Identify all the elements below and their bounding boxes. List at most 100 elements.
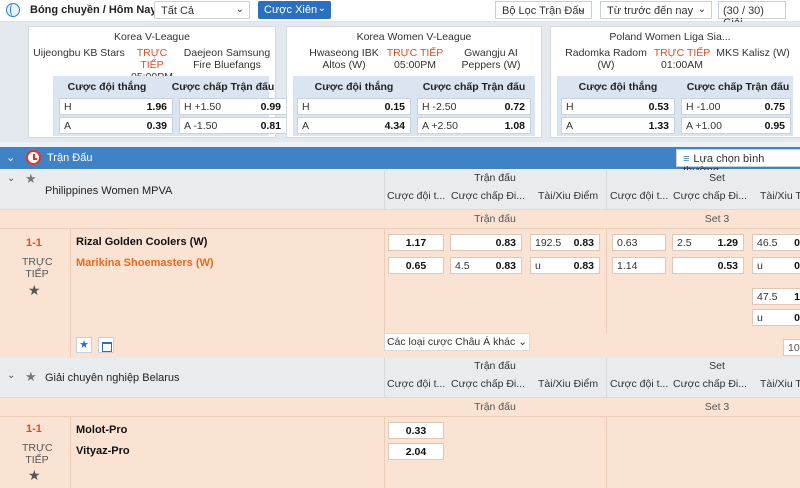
col-set-moneyline: Cược đội t... [610, 190, 669, 202]
league-section: ⌄ ★ Philippines Women MPVA Trận đấu Set … [0, 170, 800, 359]
alt-under-odds[interactable]: u0 [752, 309, 800, 326]
match-filter-label: Bộ Lọc Trận Đấu [502, 5, 585, 17]
away-win-odds[interactable]: A 0.39 [59, 117, 173, 134]
card-league: Korea Women V-League [356, 31, 472, 43]
over-odds[interactable]: 192.5 0.83 [530, 234, 600, 251]
sort-select[interactable]: Từ trước đến nay ⌄ [600, 1, 712, 19]
home-moneyline-odds[interactable]: 1.17 [388, 234, 444, 251]
away-win-odds[interactable]: A 1.33 [561, 117, 675, 134]
handicap-header: Cược chấp Trận đấu [686, 81, 790, 93]
set-over-odds[interactable]: 46.5 0 [752, 234, 800, 251]
set-away-moneyline-odds[interactable]: 1.14 [612, 257, 666, 274]
set-away-handicap-odds[interactable]: 0.53 [672, 257, 744, 274]
home-win-odds[interactable]: H 0.15 [297, 98, 411, 115]
home-handicap-odds[interactable]: H -2.50 0.72 [417, 98, 531, 115]
featured-card[interactable]: Korea V-League Uijeongbu KB Stars TRỰC T… [28, 26, 287, 138]
away-moneyline-odds[interactable]: 2.04 [388, 443, 444, 460]
group-set-header: Set [709, 172, 725, 184]
match-time: 05:00PM [393, 59, 437, 71]
moneyline-header: Cược đội thắng [314, 81, 394, 93]
favorite-star-icon[interactable]: ★ [25, 171, 37, 187]
collapse-chevron-icon[interactable]: ⌄ [6, 151, 15, 164]
league-section: ⌄ ★ Giải chuyên nghiệp Belarus Trận đấu … [0, 358, 800, 488]
favorite-star-icon[interactable]: ★ [25, 369, 37, 385]
away-handicap-odds[interactable]: A +1.00 0.95 [681, 117, 791, 134]
col-over-under: Tài/Xiu Điểm [538, 190, 599, 202]
add-favorite-icon[interactable]: ★ [76, 337, 92, 353]
favorite-star-icon[interactable]: ★ [28, 282, 41, 299]
away-moneyline-odds[interactable]: 0.65 [388, 257, 444, 274]
col-set-over-under: Tài/Xiu Tổng [760, 378, 800, 390]
home-handicap-odds[interactable]: H -1.00 0.75 [681, 98, 791, 115]
chevron-down-icon: ⌄ [518, 336, 528, 348]
chevron-down-icon: ⌄ [235, 4, 244, 15]
card-away-team: Daejeon Samsung Fire Bluefangs [183, 47, 271, 71]
group-match-header: Trận đấu [474, 172, 516, 184]
card-odds-panel: Cược đội thắng Cược chấp Trận đấu H 1.96 … [53, 76, 287, 136]
home-team[interactable]: Molot-Pro [76, 424, 127, 436]
home-handicap-odds[interactable]: 0.83 [450, 234, 522, 251]
collapse-chevron-icon[interactable]: ⌄ [7, 370, 15, 381]
card-league: Korea V-League [114, 31, 190, 43]
card-odds-panel: Cược đội thắng Cược chấp Trận đấu H 0.53 … [557, 76, 793, 136]
period-row: Trận đấu Set 3 [0, 398, 800, 416]
matches-section-bar: ⌄ Trận Đấu ≡Lựa chọn bình thường [0, 147, 800, 177]
calendar-icon[interactable] [98, 337, 114, 353]
parlay-button[interactable]: Cược Xiên ⌄ [258, 1, 331, 19]
market-select[interactable]: Tất Cả ⌄ [154, 1, 250, 19]
featured-matches: Korea V-League Uijeongbu KB Stars TRỰC T… [0, 22, 800, 142]
card-home-team: Radomka Radom (W) [565, 47, 647, 71]
away-handicap-odds[interactable]: 4.5 0.83 [450, 257, 522, 274]
away-team[interactable]: Vityaz-Pro [76, 445, 130, 457]
away-handicap-odds[interactable]: A -1.50 0.81 [179, 117, 287, 134]
col-moneyline: Cược đội t... [387, 190, 446, 202]
moneyline-header: Cược đội thắng [67, 81, 147, 93]
collapse-chevron-icon[interactable]: ⌄ [7, 173, 15, 184]
volleyball-icon [6, 3, 20, 17]
chevron-down-icon: ⌄ [317, 3, 326, 14]
handicap-header: Cược chấp Trận đấu [171, 81, 275, 93]
card-live-status: TRỰC TIẾP 05:00PM [383, 47, 447, 71]
set-home-handicap-odds[interactable]: 2.5 1.29 [672, 234, 744, 251]
home-win-odds[interactable]: H 0.53 [561, 98, 675, 115]
league-count-select[interactable]: (30 / 30) Giải [718, 1, 786, 29]
page-size-button[interactable]: 10 [783, 339, 800, 356]
featured-card[interactable]: Poland Women Liga Sia... Radomka Radom (… [550, 26, 800, 138]
match-row: 1-1 TRỰC TIẾP ★ Rizal Golden Coolers (W)… [0, 228, 800, 359]
alt-over-odds[interactable]: 47.5 1 [752, 288, 800, 305]
league-header: ⌄ ★ Philippines Women MPVA Trận đấu Set … [0, 170, 800, 210]
home-moneyline-odds[interactable]: 0.33 [388, 422, 444, 439]
col-set-handicap: Cược chấp Đi... [673, 190, 748, 202]
under-odds[interactable]: u 0.83 [530, 257, 600, 274]
section-title: Trận Đấu [47, 152, 93, 164]
favorite-star-icon[interactable]: ★ [28, 467, 41, 484]
match-filter-select[interactable]: Bộ Lọc Trận Đấu ⌄ [495, 1, 592, 19]
home-win-odds[interactable]: H 1.96 [59, 98, 173, 115]
col-set-handicap: Cược chấp Đi... [673, 378, 748, 390]
live-label: TRỰC TIẾP [386, 47, 444, 59]
bet-mode-select[interactable]: ≡Lựa chọn bình thường [676, 149, 800, 177]
away-handicap-odds[interactable]: A +2.50 1.08 [417, 117, 531, 134]
away-team[interactable]: Marikina Shoemasters (W) [76, 257, 214, 269]
league-name: Philippines Women MPVA [45, 185, 173, 197]
sort-label: Từ trước đến nay [607, 5, 694, 17]
away-win-odds[interactable]: A 4.34 [297, 117, 411, 134]
set-under-odds[interactable]: u0 [752, 257, 800, 274]
parlay-label: Cược Xiên [264, 4, 318, 16]
top-toolbar: Bóng chuyền / Hôm Nay Tất Cả ⌄ Cược Xiên… [0, 0, 800, 29]
chevron-down-icon: ⌄ [577, 4, 586, 15]
home-handicap-odds[interactable]: H +1.50 0.99 [179, 98, 287, 115]
period-row: Trận đấu Set 3 [0, 210, 800, 228]
set-home-moneyline-odds[interactable]: 0.63 [612, 234, 666, 251]
match-score: 1-1 [26, 237, 42, 249]
live-label: TRỰC TIẾP [136, 47, 168, 71]
list-filter-icon: ≡ [683, 153, 690, 165]
sport-title: Bóng chuyền / Hôm Nay [30, 4, 157, 16]
handicap-header: Cược chấp Trận đấu [422, 81, 526, 93]
live-clock-icon [26, 150, 41, 165]
period-match: Trận đấu [474, 213, 516, 225]
more-asian-bets-button[interactable]: Các loại cược Châu Á khác ⌄ [384, 333, 530, 351]
home-team[interactable]: Rizal Golden Coolers (W) [76, 236, 207, 248]
featured-card[interactable]: Korea Women V-League Hwaseong IBK Altos … [286, 26, 542, 138]
period-set: Set 3 [704, 213, 730, 225]
